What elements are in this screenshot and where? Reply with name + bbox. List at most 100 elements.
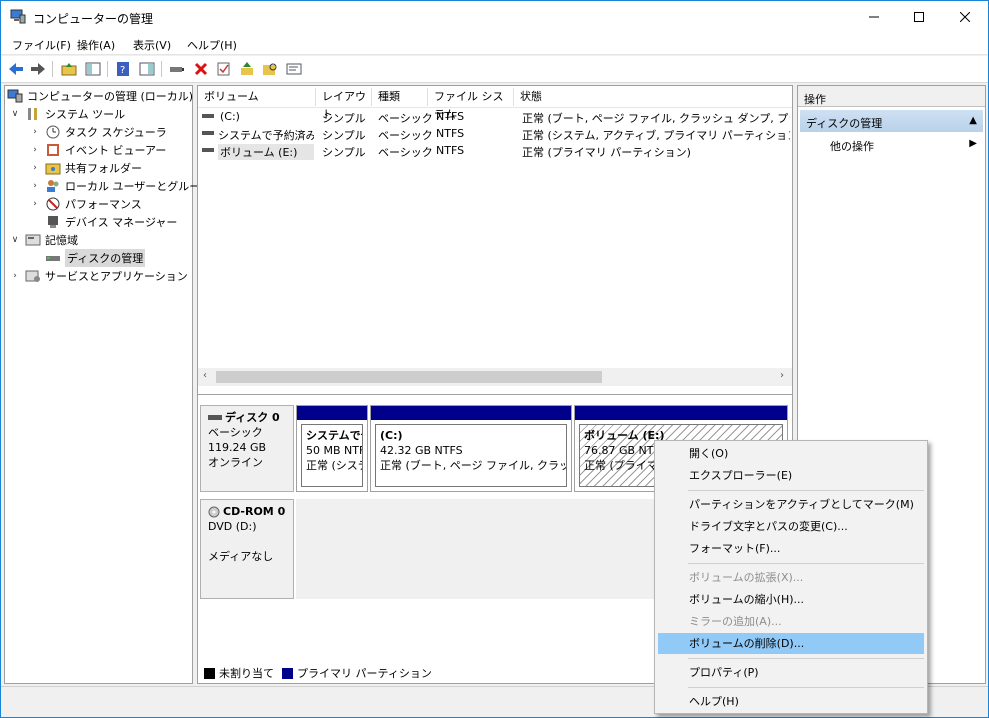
scroll-right-icon[interactable]: ›: [780, 370, 784, 381]
expand-icon[interactable]: ›: [29, 145, 41, 155]
menu-item-shrink-volume[interactable]: ボリュームの縮小(H)...: [658, 589, 924, 610]
tree-item-device-manager[interactable]: デバイス マネージャー: [45, 213, 177, 231]
console-button[interactable]: [285, 60, 303, 78]
volume-list: ボリューム レイアウト 種類 ファイル システム 状態 (C:) シンプル ベー…: [198, 86, 792, 392]
volume-layout: シンプル: [322, 129, 366, 142]
menu-item-mark-active[interactable]: パーティションをアクティブとしてマーク(M): [658, 494, 924, 515]
volume-layout: シンプル: [322, 112, 366, 125]
volume-icon: [202, 148, 214, 152]
partition-size: 42.32 GB NTFS: [380, 444, 463, 457]
show-tree-button[interactable]: [84, 60, 102, 78]
volume-type: ベーシック: [378, 112, 433, 125]
tree-item-shared-folders[interactable]: › 共有フォルダー: [29, 159, 142, 177]
tree-item-task-scheduler[interactable]: › タスク スケジューラ: [29, 123, 167, 141]
menu-item-add-mirror[interactable]: ミラーの追加(A)...: [658, 611, 924, 632]
tree-item-computer-management[interactable]: コンピューターの管理 (ローカル): [7, 87, 193, 105]
legend: 未割り当て プライマリ パーティション: [204, 665, 432, 681]
tree-item-storage[interactable]: ∨ 記憶域: [9, 231, 78, 249]
partition-c[interactable]: (C:) 42.32 GB NTFS 正常 (ブート, ページ ファイル, クラ…: [370, 405, 572, 492]
menu-item-properties[interactable]: プロパティ(P): [658, 662, 924, 683]
computer-management-window: コンピューターの管理 ファイル(F) 操作(A) 表示(V) ヘルプ(H) ? …: [0, 0, 989, 718]
menu-item-format[interactable]: フォーマット(F)...: [658, 538, 924, 559]
column-header-type[interactable]: 種類: [372, 88, 428, 106]
disk-0-info[interactable]: ディスク 0 ベーシック 119.24 GB オンライン: [200, 405, 294, 492]
close-button[interactable]: [942, 1, 988, 32]
connect-button[interactable]: [168, 60, 186, 78]
computer-management-icon: [7, 89, 23, 103]
scroll-left-icon[interactable]: ‹: [203, 370, 207, 381]
column-header-layout[interactable]: レイアウト: [316, 88, 372, 121]
maximize-button[interactable]: [896, 1, 942, 32]
collapse-up-icon[interactable]: ▲: [969, 115, 977, 126]
volume-filesystem: NTFS: [436, 110, 465, 123]
menu-file[interactable]: ファイル(F): [12, 37, 71, 53]
cdrom-0-info[interactable]: CD-ROM 0 DVD (D:) メディアなし: [200, 499, 294, 599]
volume-type: ベーシック: [378, 146, 433, 159]
tree-item-local-users[interactable]: › ローカル ユーザーとグループ: [29, 177, 211, 195]
partition-status: 正常 (ブート, ページ ファイル, クラッシュ ダ: [380, 459, 566, 472]
tree-item-event-viewer[interactable]: › イベント ビューアー: [29, 141, 166, 159]
actions-header: 操作: [798, 86, 985, 107]
column-header-filesystem[interactable]: ファイル システム: [428, 88, 514, 121]
window-title: コンピューターの管理: [33, 12, 154, 26]
toolbar-separator: [161, 61, 162, 77]
table-row[interactable]: ボリューム (E:) シンプル ベーシック NTFS 正常 (プライマリ パーテ…: [198, 142, 792, 160]
actions-section-disk-management[interactable]: ディスクの管理 ▲: [800, 110, 983, 132]
more-actions-item[interactable]: 他の操作: [830, 138, 874, 154]
show-action-pane-icon: [139, 62, 155, 76]
performance-icon: [46, 197, 60, 211]
menu-item-change-drive-letter[interactable]: ドライブ文字とパスの変更(C)...: [658, 516, 924, 537]
table-row[interactable]: システムで予約済み シンプル ベーシック NTFS 正常 (システム, アクティ…: [198, 125, 792, 142]
delete-button[interactable]: [192, 60, 210, 78]
volume-name: (C:): [220, 110, 240, 123]
menu-help[interactable]: ヘルプ(H): [187, 37, 237, 53]
expand-icon[interactable]: ›: [29, 199, 41, 209]
tree-item-performance[interactable]: › パフォーマンス: [29, 195, 142, 213]
disk-type: ベーシック: [208, 426, 263, 439]
help-icon: ?: [117, 62, 129, 76]
export-button[interactable]: [238, 60, 256, 78]
cdrom-status: メディアなし: [208, 550, 274, 563]
help-button[interactable]: ?: [114, 60, 132, 78]
tree-item-system-tools[interactable]: ∨ システム ツール: [9, 105, 125, 123]
menu-item-help[interactable]: ヘルプ(H): [658, 691, 924, 712]
minimize-button[interactable]: [851, 1, 897, 32]
column-header-volume[interactable]: ボリューム: [198, 88, 316, 106]
partition-system-reserved[interactable]: システムで予 50 MB NTFS 正常 (システ: [296, 405, 368, 492]
menu-view[interactable]: 表示(V): [133, 37, 171, 53]
cdrom-name: CD-ROM 0: [223, 505, 286, 518]
partition-bar: [297, 406, 367, 420]
collapse-icon[interactable]: ∨: [9, 235, 21, 245]
properties-button[interactable]: [215, 60, 233, 78]
menu-item-open[interactable]: 開く(O): [658, 443, 924, 464]
partition-name: システムで予: [306, 429, 362, 442]
up-folder-button[interactable]: [60, 60, 78, 78]
expand-icon[interactable]: ›: [29, 181, 41, 191]
table-row[interactable]: (C:) シンプル ベーシック NTFS 正常 (ブート, ページ ファイル, …: [198, 108, 792, 125]
show-action-pane-button[interactable]: [138, 60, 156, 78]
close-icon: [960, 11, 970, 22]
expand-icon[interactable]: ›: [29, 163, 41, 173]
forward-button[interactable]: [29, 60, 47, 78]
clock-icon: [46, 125, 60, 139]
forward-icon: [31, 63, 45, 75]
collapse-icon[interactable]: ∨: [9, 109, 21, 119]
back-button[interactable]: [7, 60, 25, 78]
menu-item-extend-volume[interactable]: ボリュームの拡張(X)...: [658, 567, 924, 588]
expand-icon[interactable]: ›: [29, 127, 41, 137]
menu-item-explore[interactable]: エクスプローラー(E): [658, 465, 924, 486]
scrollbar-thumb[interactable]: [216, 371, 602, 383]
event-viewer-icon: [47, 144, 59, 156]
column-header-status[interactable]: 状態: [514, 88, 792, 106]
expand-icon[interactable]: ›: [9, 271, 21, 281]
back-icon: [9, 63, 23, 75]
find-button[interactable]: [261, 60, 279, 78]
menu-item-delete-volume[interactable]: ボリュームの削除(D)...: [658, 633, 924, 654]
menu-action[interactable]: 操作(A): [77, 37, 115, 53]
tree-item-services-apps[interactable]: › サービスとアプリケーション: [9, 267, 188, 285]
tree-item-disk-management[interactable]: ディスクの管理: [45, 249, 146, 267]
horizontal-scrollbar[interactable]: ‹ ›: [198, 368, 792, 386]
menu-separator: [688, 658, 924, 659]
services-icon: [25, 270, 40, 282]
partition-bar: [575, 406, 787, 420]
